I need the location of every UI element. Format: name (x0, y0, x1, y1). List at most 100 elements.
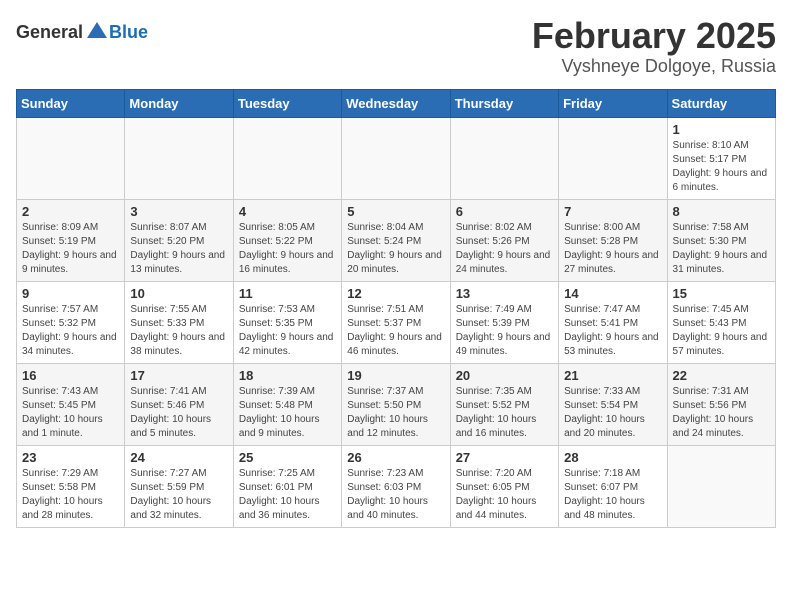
calendar-week-row: 2Sunrise: 8:09 AM Sunset: 5:19 PM Daylig… (17, 199, 776, 281)
day-info: Sunrise: 8:09 AM Sunset: 5:19 PM Dayligh… (22, 221, 119, 277)
calendar-cell: 16 Sunrise: 7:43 AM Sunset: 5:45 PM Dayli… (17, 363, 125, 445)
day-info: Sunrise: 7:57 AM Sunset: 5:32 PM Dayligh… (22, 303, 119, 359)
day-number: 1 (673, 122, 770, 137)
day-number: 19 (347, 368, 444, 383)
calendar-cell: 1 Sunrise: 8:10 AM Sunset: 5:17 PM Daylig… (667, 117, 775, 199)
day-info: Sunrise: 7:25 AM Sunset: 6:01 PM Dayligh… (239, 467, 336, 523)
calendar-cell (450, 117, 558, 199)
calendar-cell (17, 117, 125, 199)
weekday-header-sunday: Sunday (17, 89, 125, 117)
calendar-cell: 22 Sunrise: 7:31 AM Sunset: 5:56 PM Dayli… (667, 363, 775, 445)
location-title: Vyshneye Dolgoye, Russia (532, 56, 776, 77)
calendar-week-row: 16 Sunrise: 7:43 AM Sunset: 5:45 PM Dayli… (17, 363, 776, 445)
day-info: Sunrise: 7:18 AM Sunset: 6:07 PM Dayligh… (564, 467, 661, 523)
calendar-cell (559, 117, 667, 199)
day-info: Sunrise: 7:39 AM Sunset: 5:48 PM Dayligh… (239, 385, 336, 441)
day-info: Sunrise: 8:04 AM Sunset: 5:24 PM Dayligh… (347, 221, 444, 277)
day-number: 18 (239, 368, 336, 383)
day-info: Sunrise: 7:51 AM Sunset: 5:37 PM Dayligh… (347, 303, 444, 359)
day-number: 25 (239, 450, 336, 465)
calendar-cell: 20Sunrise: 7:35 AM Sunset: 5:52 PM Dayli… (450, 363, 558, 445)
day-number: 22 (673, 368, 770, 383)
day-info: Sunrise: 7:27 AM Sunset: 5:59 PM Dayligh… (130, 467, 227, 523)
header: General Blue February 2025 Vyshneye Dolg… (16, 16, 776, 77)
day-number: 16 (22, 368, 119, 383)
day-info: Sunrise: 7:47 AM Sunset: 5:41 PM Dayligh… (564, 303, 661, 359)
calendar-cell: 6Sunrise: 8:02 AM Sunset: 5:26 PM Daylig… (450, 199, 558, 281)
day-info: Sunrise: 8:00 AM Sunset: 5:28 PM Dayligh… (564, 221, 661, 277)
calendar-cell: 25 Sunrise: 7:25 AM Sunset: 6:01 PM Dayli… (233, 445, 341, 527)
day-number: 10 (130, 286, 227, 301)
day-number: 7 (564, 204, 661, 219)
day-info: Sunrise: 7:31 AM Sunset: 5:56 PM Dayligh… (673, 385, 770, 441)
day-info: Sunrise: 8:07 AM Sunset: 5:20 PM Dayligh… (130, 221, 227, 277)
day-info: Sunrise: 7:45 AM Sunset: 5:43 PM Dayligh… (673, 303, 770, 359)
weekday-header-tuesday: Tuesday (233, 89, 341, 117)
calendar-cell: 5 Sunrise: 8:04 AM Sunset: 5:24 PM Daylig… (342, 199, 450, 281)
logo-general: General (16, 22, 83, 43)
calendar-cell: 18 Sunrise: 7:39 AM Sunset: 5:48 PM Dayli… (233, 363, 341, 445)
calendar-cell: 4 Sunrise: 8:05 AM Sunset: 5:22 PM Daylig… (233, 199, 341, 281)
logo-blue: Blue (109, 22, 148, 43)
calendar-cell: 8 Sunrise: 7:58 AM Sunset: 5:30 PM Daylig… (667, 199, 775, 281)
day-info: Sunrise: 8:10 AM Sunset: 5:17 PM Dayligh… (673, 139, 770, 195)
calendar-table: SundayMondayTuesdayWednesdayThursdayFrid… (16, 89, 776, 528)
calendar-cell: 10 Sunrise: 7:55 AM Sunset: 5:33 PM Dayli… (125, 281, 233, 363)
calendar-week-row: 9 Sunrise: 7:57 AM Sunset: 5:32 PM Daylig… (17, 281, 776, 363)
calendar-week-row: 1 Sunrise: 8:10 AM Sunset: 5:17 PM Daylig… (17, 117, 776, 199)
day-number: 4 (239, 204, 336, 219)
calendar-cell: 11 Sunrise: 7:53 AM Sunset: 5:35 PM Dayli… (233, 281, 341, 363)
calendar-cell: 26 Sunrise: 7:23 AM Sunset: 6:03 PM Dayli… (342, 445, 450, 527)
day-number: 20 (456, 368, 553, 383)
day-number: 13 (456, 286, 553, 301)
day-number: 14 (564, 286, 661, 301)
calendar-cell (233, 117, 341, 199)
day-info: Sunrise: 7:43 AM Sunset: 5:45 PM Dayligh… (22, 385, 119, 441)
day-number: 27 (456, 450, 553, 465)
calendar-cell: 23 Sunrise: 7:29 AM Sunset: 5:58 PM Dayli… (17, 445, 125, 527)
day-number: 8 (673, 204, 770, 219)
day-number: 9 (22, 286, 119, 301)
calendar-cell: 21 Sunrise: 7:33 AM Sunset: 5:54 PM Dayli… (559, 363, 667, 445)
day-number: 3 (130, 204, 227, 219)
weekday-header-friday: Friday (559, 89, 667, 117)
day-info: Sunrise: 7:55 AM Sunset: 5:33 PM Dayligh… (130, 303, 227, 359)
day-number: 26 (347, 450, 444, 465)
weekday-header-saturday: Saturday (667, 89, 775, 117)
calendar-cell (667, 445, 775, 527)
weekday-header-thursday: Thursday (450, 89, 558, 117)
logo-icon (85, 20, 109, 44)
title-area: February 2025 Vyshneye Dolgoye, Russia (532, 16, 776, 77)
calendar-cell (125, 117, 233, 199)
day-info: Sunrise: 8:05 AM Sunset: 5:22 PM Dayligh… (239, 221, 336, 277)
calendar-cell: 2Sunrise: 8:09 AM Sunset: 5:19 PM Daylig… (17, 199, 125, 281)
calendar-cell: 28Sunrise: 7:18 AM Sunset: 6:07 PM Dayli… (559, 445, 667, 527)
calendar-cell: 14 Sunrise: 7:47 AM Sunset: 5:41 PM Dayli… (559, 281, 667, 363)
weekday-header-monday: Monday (125, 89, 233, 117)
weekday-header-wednesday: Wednesday (342, 89, 450, 117)
calendar-cell: 15 Sunrise: 7:45 AM Sunset: 5:43 PM Dayli… (667, 281, 775, 363)
calendar-week-row: 23 Sunrise: 7:29 AM Sunset: 5:58 PM Dayli… (17, 445, 776, 527)
day-info: Sunrise: 7:58 AM Sunset: 5:30 PM Dayligh… (673, 221, 770, 277)
day-number: 5 (347, 204, 444, 219)
day-info: Sunrise: 7:41 AM Sunset: 5:46 PM Dayligh… (130, 385, 227, 441)
day-number: 23 (22, 450, 119, 465)
calendar-cell (342, 117, 450, 199)
day-number: 17 (130, 368, 227, 383)
day-info: Sunrise: 7:53 AM Sunset: 5:35 PM Dayligh… (239, 303, 336, 359)
day-number: 15 (673, 286, 770, 301)
day-info: Sunrise: 7:29 AM Sunset: 5:58 PM Dayligh… (22, 467, 119, 523)
day-number: 24 (130, 450, 227, 465)
calendar-cell: 24 Sunrise: 7:27 AM Sunset: 5:59 PM Dayli… (125, 445, 233, 527)
day-number: 12 (347, 286, 444, 301)
day-info: Sunrise: 7:33 AM Sunset: 5:54 PM Dayligh… (564, 385, 661, 441)
day-info: Sunrise: 7:20 AM Sunset: 6:05 PM Dayligh… (456, 467, 553, 523)
day-info: Sunrise: 7:37 AM Sunset: 5:50 PM Dayligh… (347, 385, 444, 441)
calendar-cell: 19 Sunrise: 7:37 AM Sunset: 5:50 PM Dayli… (342, 363, 450, 445)
month-title: February 2025 (532, 16, 776, 56)
day-number: 21 (564, 368, 661, 383)
calendar-cell: 9 Sunrise: 7:57 AM Sunset: 5:32 PM Daylig… (17, 281, 125, 363)
day-number: 11 (239, 286, 336, 301)
day-info: Sunrise: 7:23 AM Sunset: 6:03 PM Dayligh… (347, 467, 444, 523)
day-info: Sunrise: 8:02 AM Sunset: 5:26 PM Dayligh… (456, 221, 553, 277)
